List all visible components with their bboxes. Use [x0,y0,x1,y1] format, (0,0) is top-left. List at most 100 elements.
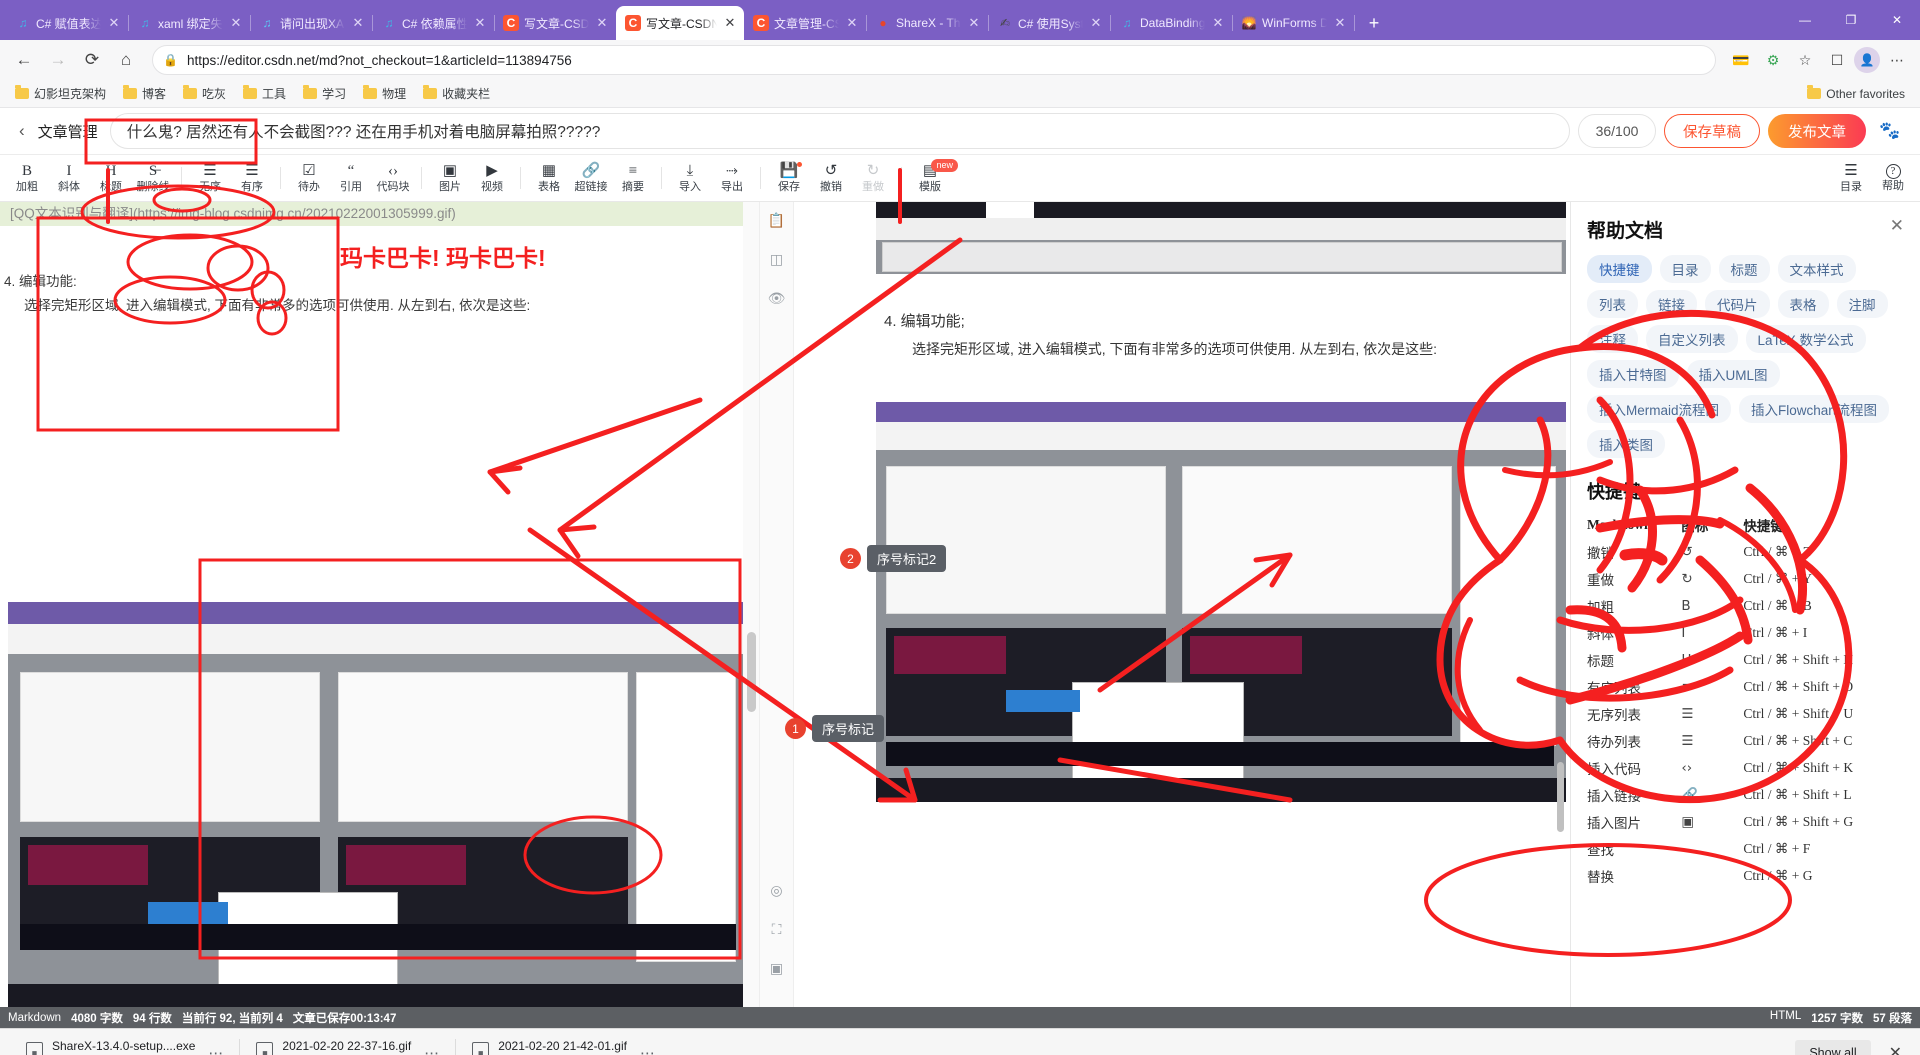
help-chip-10[interactable]: 自定义列表 [1646,325,1738,353]
bookmark-2[interactable]: 吃灰 [176,82,233,105]
browser-tab-3[interactable]: ♫ C# 依赖属性 数据 ✕ [372,6,495,40]
close-tab-icon[interactable]: ✕ [1088,15,1104,31]
close-tab-icon[interactable]: ✕ [350,15,366,31]
toolbar-undo-button[interactable]: ↺ 撤销 [810,156,852,200]
eye-icon[interactable]: 👁 [768,290,786,307]
collections-icon[interactable]: ☐ [1822,45,1852,75]
extensions-icon[interactable]: ⚙ [1758,45,1788,75]
target-icon[interactable]: ◎ [770,882,782,899]
download-item-1[interactable]: ■ 2021-02-20 22-37-16.gif Open file ⋯ [240,1031,456,1055]
bookmark-0[interactable]: 幻影坦克架构 [8,82,113,105]
close-tab-icon[interactable]: ✕ [844,15,860,31]
browser-tab-8[interactable]: ✍ C# 使用System.S ✕ [988,6,1111,40]
toolbar-code-block-button[interactable]: ‹› 代码块 [372,156,414,200]
help-chip-16[interactable]: 插入类图 [1587,430,1665,458]
close-icon[interactable]: ✕ [1890,216,1904,236]
help-chip-1[interactable]: 目录 [1659,255,1711,283]
help-chip-8[interactable]: 注脚 [1836,290,1888,318]
toolbar-heading-button[interactable]: H 标题 [90,156,132,200]
toolbar-table-button[interactable]: ▦ 表格 [528,156,570,200]
browser-tab-10[interactable]: 🌄 WinForms Datab ✕ [1232,6,1355,40]
help-chip-2[interactable]: 标题 [1718,255,1770,283]
help-chip-14[interactable]: 插入Mermaid流程图 [1587,395,1732,423]
close-window-button[interactable]: ✕ [1874,0,1920,40]
help-chip-4[interactable]: 列表 [1587,290,1638,318]
help-chip-15[interactable]: 插入Flowchart流程图 [1739,395,1890,423]
article-manage-link[interactable]: 文章管理 [38,121,98,142]
close-tab-icon[interactable]: ✕ [966,15,982,31]
bookmark-5[interactable]: 物理 [356,82,413,105]
download-item-2[interactable]: ■ 2021-02-20 21-42-01.gif Open file ⋯ [456,1031,672,1055]
close-tab-icon[interactable]: ✕ [722,15,738,31]
toolbar-template-button[interactable]: new ▤ 模版 [909,156,958,200]
clipboard-icon[interactable]: 📋 [768,212,785,229]
help-chip-6[interactable]: 代码片 [1705,290,1770,318]
home-button[interactable]: ⌂ [110,44,142,76]
layout-icon[interactable]: ◫ [770,251,783,268]
toolbar-todo-list-button[interactable]: ☑ 待办 [288,156,330,200]
publish-article-button[interactable]: 发布文章 [1768,114,1866,148]
toolbar-save-button[interactable]: 💾 保存 [768,156,810,200]
save-draft-button[interactable]: 保存草稿 [1664,114,1760,148]
browser-tab-2[interactable]: ♫ 请问出现XAML绑 ✕ [250,6,373,40]
browser-tab-5[interactable]: C 写文章-CSDN博 ✕ [616,6,744,40]
bookmark-1[interactable]: 博客 [116,82,173,105]
browser-tab-9[interactable]: ♫ DataBinding Pars ✕ [1110,6,1233,40]
help-chip-12[interactable]: 插入甘特图 [1587,360,1679,388]
close-tab-icon[interactable]: ✕ [594,15,610,31]
back-button[interactable]: ← [8,44,40,76]
toolbar-strikethrough-button[interactable]: S̶ 删除线 [132,156,174,200]
help-chip-13[interactable]: 插入UML图 [1686,360,1780,388]
help-chip-3[interactable]: 文本样式 [1777,255,1856,283]
toolbar-video-button[interactable]: ▶ 视频 [471,156,513,200]
toolbar-bold-button[interactable]: B 加粗 [6,156,48,200]
browser-tab-1[interactable]: ♫ xaml 绑定失败 - ✕ [128,6,251,40]
fullscreen-icon[interactable]: ⛶ [772,921,782,938]
wallet-icon[interactable]: 💳 [1726,45,1756,75]
close-tab-icon[interactable]: ✕ [228,15,244,31]
new-tab-button[interactable]: + [1360,9,1388,37]
toolbar-export-button[interactable]: ⤑ 导出 [711,156,753,200]
preview-scroll-thumb[interactable] [1557,762,1564,832]
toolbar-unordered-list-button[interactable]: ☰ 无序 [189,156,231,200]
bookmark-4[interactable]: 学习 [296,82,353,105]
browser-tab-6[interactable]: C 文章管理-CSDN博 ✕ [744,6,867,40]
profile-avatar[interactable]: 👤 [1854,47,1880,73]
toolbar-import-button[interactable]: ⤓ 导入 [669,156,711,200]
download-item-0[interactable]: ■ ShareX-13.4.0-setup....exe Canceled ⋯ [10,1031,241,1055]
browser-tab-4[interactable]: C 写文章-CSDN博 ✕ [494,6,617,40]
help-chip-7[interactable]: 表格 [1777,290,1829,318]
bookmark-6[interactable]: 收藏夹栏 [416,82,497,105]
catalog-button[interactable]: ☰ 目录 [1830,156,1872,200]
help-chip-11[interactable]: LaTeX 数学公式 [1745,325,1866,353]
toolbar-summary-button[interactable]: ≡ 摘要 [612,156,654,200]
toolbar-italic-button[interactable]: I 斜体 [48,156,90,200]
other-favorites-button[interactable]: Other favorites [1800,84,1912,104]
markdown-source-pane[interactable]: [QQ文本识别与翻译](https://img-blog.csdnimg.cn/… [0,202,760,1007]
article-title-input[interactable]: 什么鬼? 居然还有人不会截图??? 还在用手机对着电脑屏幕拍照????? [109,113,1570,149]
preview-pane[interactable]: 4. 编辑功能; 选择完矩形区域, 进入编辑模式, 下面有非常多的选项可供使用.… [794,202,1570,1007]
help-button[interactable]: ? 帮助 [1872,156,1914,200]
download-more-icon[interactable]: ⋯ [208,1044,224,1055]
close-tab-icon[interactable]: ✕ [1210,15,1226,31]
forward-button[interactable]: → [42,44,74,76]
close-downloads-button[interactable]: ✕ [1881,1043,1910,1055]
reload-button[interactable]: ⟳ [76,44,108,76]
maximize-button[interactable]: ❐ [1828,0,1874,40]
toolbar-hyperlink-button[interactable]: 🔗 超链接 [570,156,612,200]
markdown-scrollbar[interactable] [743,202,759,1007]
toolbar-redo-button[interactable]: ↻ 重做 [852,156,894,200]
help-chip-5[interactable]: 链接 [1646,290,1697,318]
settings-icon[interactable]: ⋯ [1882,45,1912,75]
toolbar-ordered-list-button[interactable]: ☰ 有序 [231,156,273,200]
close-tab-icon[interactable]: ✕ [1332,15,1348,31]
markdown-scroll-thumb[interactable] [747,632,756,712]
help-chip-9[interactable]: 注释 [1587,325,1638,353]
minimize-button[interactable]: — [1782,0,1828,40]
address-bar[interactable]: 🔒 https://editor.csdn.net/md?not_checkou… [152,45,1716,75]
grid-icon[interactable]: ▣ [770,960,783,977]
toolbar-image-button[interactable]: ▣ 图片 [429,156,471,200]
download-more-icon[interactable]: ⋯ [424,1044,440,1055]
avatar[interactable]: 🐾 [1874,117,1906,145]
show-all-downloads-button[interactable]: Show all [1795,1039,1871,1055]
